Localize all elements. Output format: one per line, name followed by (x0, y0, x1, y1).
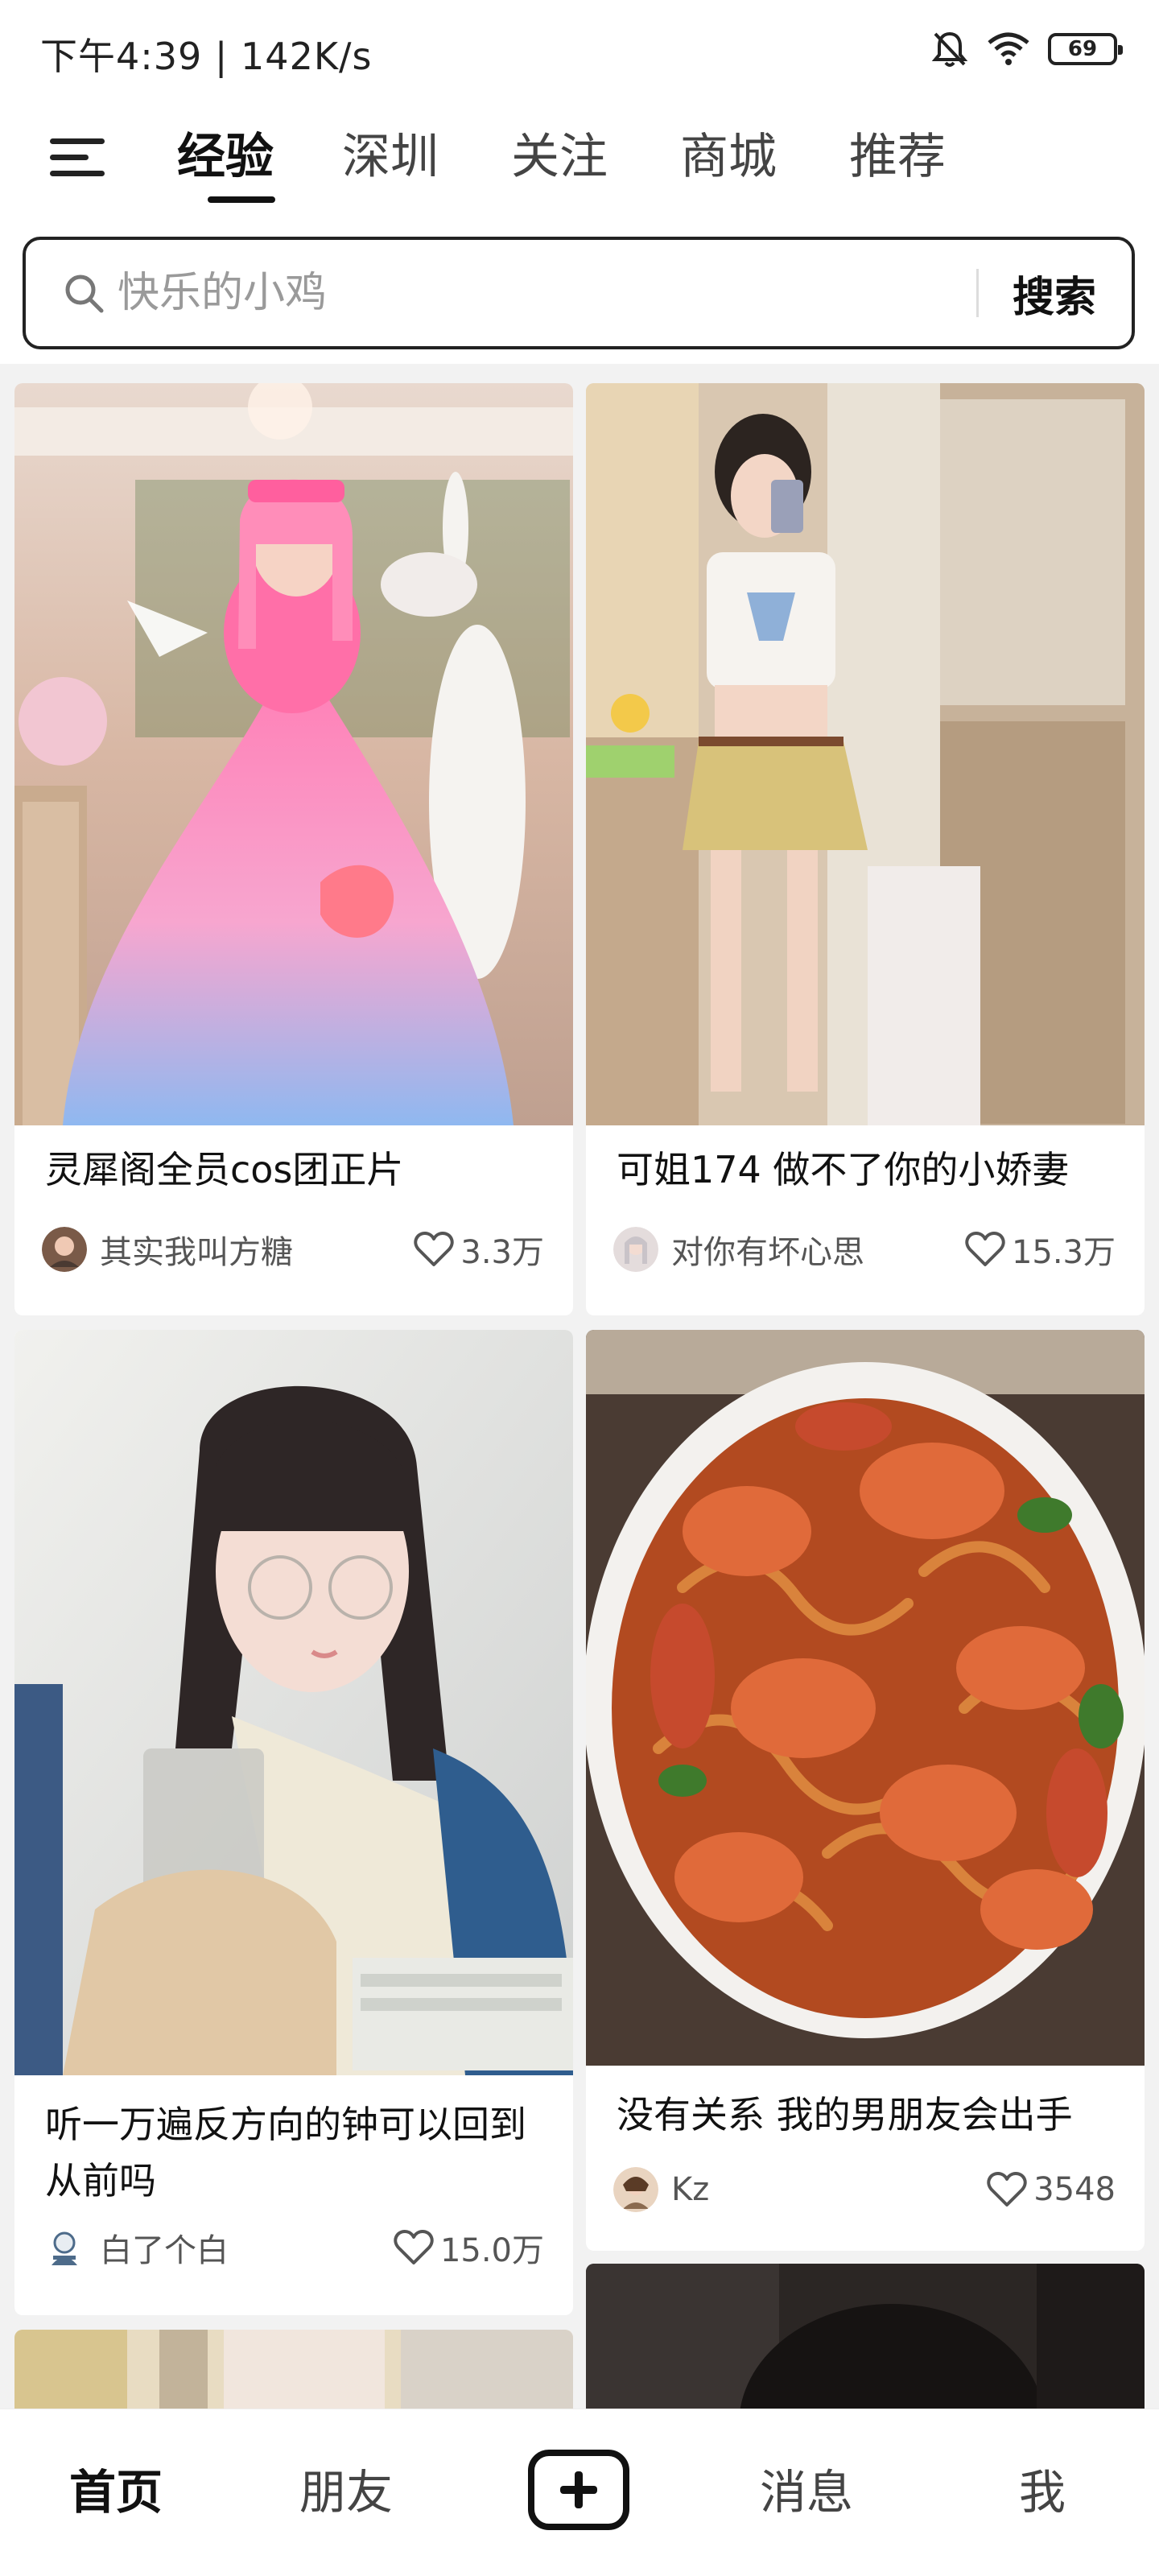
bell-off-icon (931, 31, 968, 67)
search-divider (975, 269, 979, 317)
tab-experience[interactable]: 经验 (177, 124, 306, 203)
like-count[interactable]: 15.3万 (965, 1226, 1116, 1273)
nav-home[interactable]: 首页 (69, 2454, 163, 2522)
nav-messages[interactable]: 消息 (760, 2454, 853, 2522)
nav-friends[interactable]: 朋友 (299, 2454, 393, 2522)
card-meta: 对你有坏心思 15.3万 (613, 1224, 1116, 1275)
search-box: 搜索 (23, 237, 1135, 349)
like-count-value: 3548 (1033, 2171, 1116, 2208)
card-image (586, 1330, 1145, 2066)
like-count-value: 3.3万 (460, 1234, 544, 1271)
nav-me[interactable]: 我 (1019, 2454, 1066, 2522)
card-title: 没有关系 我的男朋友会出手 (617, 2093, 1073, 2136)
menu-icon[interactable] (48, 134, 109, 182)
like-count[interactable]: 3.3万 (414, 1226, 544, 1273)
card-title: 听一万遍反方向的钟可以回到从前吗 (45, 2103, 526, 2202)
avatar (613, 2167, 658, 2212)
card-title: 灵犀阁全员cos团正片 (45, 1148, 404, 1191)
card-author: 对你有坏心思 (671, 1234, 864, 1271)
like-count-value: 15.0万 (439, 2232, 544, 2269)
feed: 灵犀阁全员cos团正片 其实我叫方糖 3.3万 可姐174 做不了你的小娇妻 对… (0, 364, 1159, 2409)
like-count[interactable]: 3548 (987, 2171, 1116, 2208)
feed-card[interactable]: 听一万遍反方向的钟可以回到从前吗 白了个白 15.0万 (14, 1330, 573, 2315)
heart-icon (965, 1232, 1005, 1266)
add-button[interactable] (528, 2450, 629, 2530)
battery-icon: 69 (1048, 33, 1123, 65)
avatar (42, 1227, 87, 1272)
card-image (14, 383, 573, 1125)
heart-icon (414, 1232, 454, 1266)
tab-mall[interactable]: 商城 (644, 124, 813, 201)
avatar (42, 2225, 87, 2270)
battery-level: 69 (1067, 37, 1098, 61)
search-input[interactable] (118, 253, 976, 333)
tab-following[interactable]: 关注 (475, 124, 644, 201)
card-image (14, 1330, 573, 2075)
wifi-icon (988, 32, 1029, 65)
feed-card[interactable]: 可姐174 做不了你的小娇妻 对你有坏心思 15.3万 (586, 383, 1145, 1315)
top-nav: 经验 深圳 关注 商城 推荐 (0, 100, 1159, 219)
feed-card[interactable]: 灵犀阁全员cos团正片 其实我叫方糖 3.3万 (14, 383, 573, 1315)
card-meta: Kz 3548 (613, 2164, 1116, 2215)
card-image (586, 2264, 1145, 2409)
bottom-nav: 首页 朋友 消息 我 (0, 2409, 1159, 2576)
tab-shenzhen[interactable]: 深圳 (306, 124, 475, 201)
status-time-speed: 下午4:39 | 142K/s (40, 35, 373, 78)
feed-card[interactable]: 没有关系 我的男朋友会出手 Kz 3548 (586, 1330, 1145, 2251)
heart-icon (394, 2230, 434, 2264)
card-image (14, 2330, 573, 2409)
avatar (613, 1227, 658, 1272)
tab-recommend[interactable]: 推荐 (813, 124, 982, 201)
feed-card[interactable] (586, 2264, 1145, 2409)
card-author: 白了个白 (100, 2232, 229, 2269)
category-tabs: 经验 深圳 关注 商城 推荐 (177, 124, 982, 203)
card-author: Kz (671, 2171, 710, 2208)
plus-icon (560, 2471, 597, 2508)
card-title: 可姐174 做不了你的小娇妻 (617, 1148, 1070, 1191)
status-bar: 下午4:39 | 142K/s 69 (0, 0, 1159, 100)
card-meta: 其实我叫方糖 3.3万 (42, 1224, 544, 1275)
search-bar: 搜索 (0, 219, 1159, 364)
status-icons: 69 (930, 29, 1123, 69)
card-author: 其实我叫方糖 (100, 1234, 293, 1271)
card-image (586, 383, 1145, 1125)
like-count[interactable]: 15.0万 (394, 2224, 544, 2271)
search-button[interactable]: 搜索 (1013, 263, 1096, 324)
search-icon (65, 275, 104, 313)
like-count-value: 15.3万 (1011, 1234, 1116, 1271)
heart-icon (987, 2172, 1027, 2207)
feed-card[interactable] (14, 2330, 573, 2409)
card-meta: 白了个白 15.0万 (42, 2222, 544, 2273)
